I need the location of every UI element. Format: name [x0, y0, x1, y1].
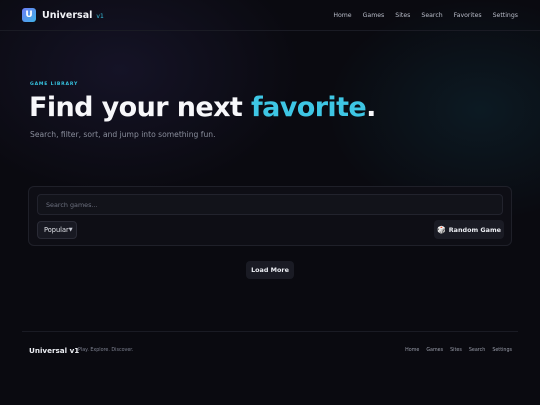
load-more-button[interactable]: Load More: [246, 261, 294, 279]
page-title: Find your next favorite.: [29, 92, 376, 123]
footer-divider: [22, 331, 518, 332]
chevron-down-icon: ▼: [68, 227, 73, 233]
nav-links: Home Games Sites Search Favorites Settin…: [333, 12, 518, 19]
page: U Universal v1 Home Games Sites Search F…: [0, 0, 540, 405]
search-input[interactable]: Search games...: [37, 194, 503, 215]
headline-accent: favorite: [251, 92, 367, 123]
footer-tagline: Play. Explore. Discover.: [78, 348, 134, 353]
footer-link-home[interactable]: Home: [405, 348, 419, 353]
nav-sites[interactable]: Sites: [395, 12, 410, 19]
sort-select[interactable]: Popular ▼: [37, 221, 77, 239]
page-subtitle: Search, filter, sort, and jump into some…: [30, 130, 216, 139]
top-navbar: U Universal v1 Home Games Sites Search F…: [0, 0, 540, 30]
nav-settings[interactable]: Settings: [493, 12, 518, 19]
section-eyebrow: GAME LIBRARY: [30, 82, 79, 87]
footer-link-settings[interactable]: Settings: [492, 348, 512, 353]
footer-link-games[interactable]: Games: [426, 348, 443, 353]
footer-link-search[interactable]: Search: [469, 348, 485, 353]
brand-name[interactable]: Universal: [42, 10, 92, 21]
random-game-label: Random Game: [448, 225, 501, 234]
headline-end: .: [366, 92, 376, 123]
filter-panel: Search games... Popular ▼ 🎲 Random Game: [28, 186, 512, 246]
nav-games[interactable]: Games: [363, 12, 385, 19]
headline-main: Find your next: [29, 92, 251, 123]
logo-icon[interactable]: U: [22, 8, 36, 22]
footer-brand: Universal v1: [29, 346, 80, 355]
search-placeholder: Search games...: [46, 200, 98, 209]
random-game-button[interactable]: 🎲 Random Game: [434, 220, 504, 239]
nav-favorites[interactable]: Favorites: [454, 12, 482, 19]
die-icon: 🎲: [437, 225, 446, 234]
footer-link-sites[interactable]: Sites: [450, 348, 462, 353]
nav-search[interactable]: Search: [421, 12, 442, 19]
sort-selected-value: Popular: [44, 226, 69, 234]
nav-home[interactable]: Home: [333, 12, 351, 19]
footer-links: Home Games Sites Search Settings: [405, 348, 512, 353]
header-divider: [0, 30, 540, 31]
version-badge: v1: [96, 12, 104, 20]
